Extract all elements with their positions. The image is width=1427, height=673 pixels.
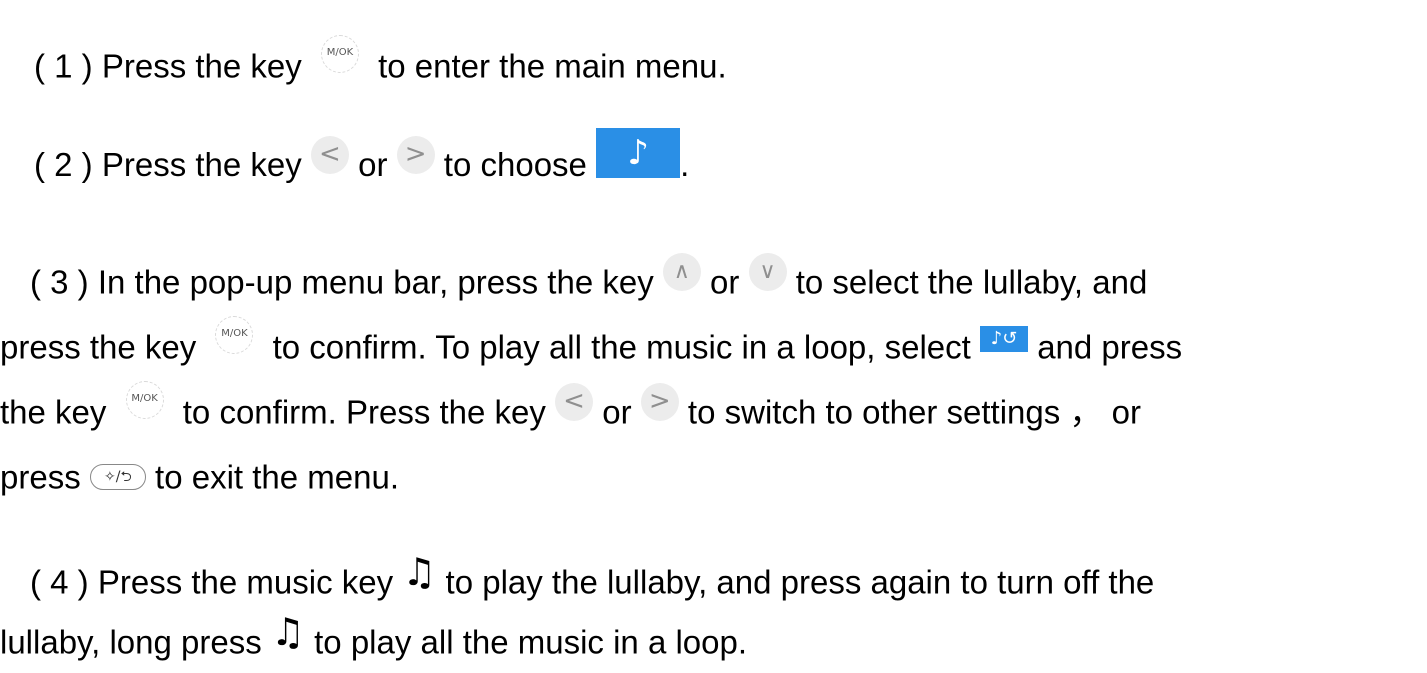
step-text: lullaby, long press [0, 623, 262, 661]
mok-key-icon: M/OK [215, 316, 254, 355]
step-text: Press the key [101, 47, 302, 85]
step-3-line-1: ( 3 ) In the pop-up menu bar, press the … [30, 253, 1148, 302]
step-text: or [710, 263, 740, 301]
step-text: the key [0, 393, 107, 431]
step-text: or [358, 146, 388, 183]
up-arrow-key-icon: ∧ [662, 253, 701, 292]
step-number: ( 3 ) [30, 263, 89, 301]
step-text: press the key [0, 328, 197, 366]
music-mode-icon: ♪ [596, 128, 681, 178]
step-text: to switch to other settings ， or [687, 393, 1141, 431]
step-3-line-3: the key M/OK to confirm. Press the key <… [0, 381, 1141, 432]
music-key-icon: ♫ [270, 610, 305, 655]
step-text: to choose [443, 146, 587, 183]
step-text: Press the key [101, 146, 302, 183]
back-exit-key-icon: ✧/⮌ [89, 464, 146, 491]
step-text: . [680, 146, 690, 183]
step-number: ( 4 ) [30, 563, 89, 601]
step-text: and press [1037, 328, 1183, 366]
step-text: to confirm. To play all the music in a l… [272, 328, 971, 366]
step-3-line-4: press ✧/⮌ to exit the menu. [0, 455, 399, 497]
right-arrow-key-icon: > [396, 136, 435, 174]
music-loop-icon: ♪↺ [980, 326, 1029, 353]
step-text: In the pop-up menu bar, press the key [97, 263, 654, 301]
step-1: ( 1 ) Press the key M/OK to enter the ma… [34, 35, 727, 86]
step-number: ( 1 ) [34, 47, 93, 85]
step-text: to play the lullaby, and press again to … [445, 563, 1155, 601]
down-arrow-key-icon: ∨ [748, 253, 787, 292]
step-text: to exit the menu. [155, 458, 400, 496]
step-text: to enter the main menu. [378, 47, 727, 85]
step-2: ( 2 ) Press the key < or > to choose ♪. [34, 128, 690, 190]
step-text: to play all the music in a loop. [314, 623, 748, 661]
step-text: or [602, 393, 632, 431]
step-text: press [0, 458, 81, 496]
step-3-line-2: press the key M/OK to confirm. To play a… [0, 316, 1183, 367]
step-4-line-2: lullaby, long press ♫ to play all the mu… [0, 612, 748, 662]
left-arrow-key-icon: < [310, 136, 349, 174]
step-text: to select the lullaby, and [795, 263, 1148, 301]
left-arrow-key-icon: < [555, 383, 594, 422]
step-number: ( 2 ) [34, 146, 93, 183]
mok-key-icon: M/OK [320, 35, 359, 74]
step-4-line-1: ( 4 ) Press the music key ♫ to play the … [30, 552, 1155, 602]
right-arrow-key-icon: > [640, 383, 679, 422]
step-text: to confirm. Press the key [182, 393, 546, 431]
music-key-icon: ♫ [402, 550, 437, 595]
step-text: Press the music key [97, 563, 394, 601]
mok-key-icon: M/OK [125, 381, 164, 420]
